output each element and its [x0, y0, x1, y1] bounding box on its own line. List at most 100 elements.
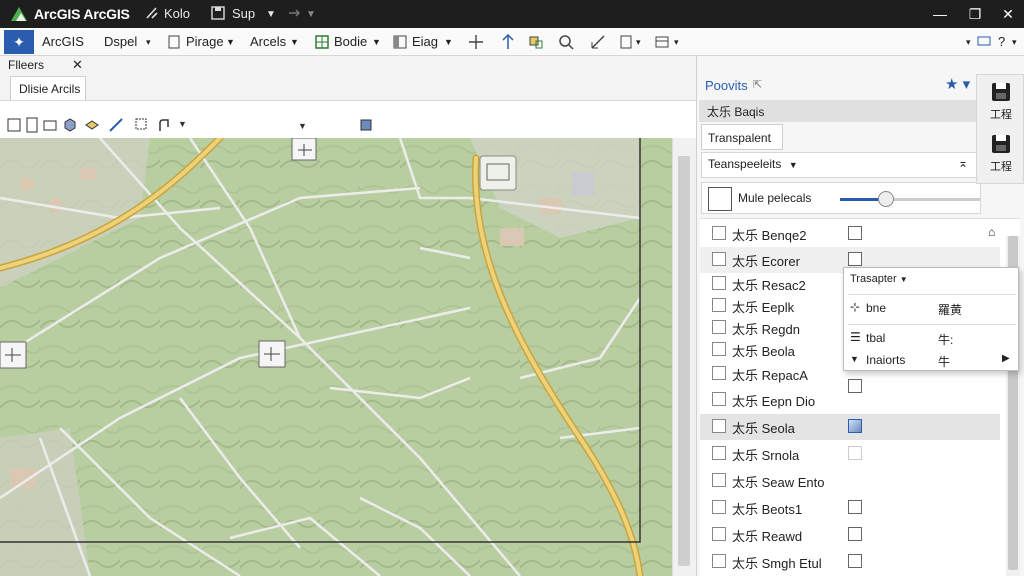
- chevron-down-icon[interactable]: ▼: [306, 9, 316, 20]
- table-icon[interactable]: [654, 34, 670, 50]
- select-rect-icon[interactable]: [134, 117, 150, 133]
- titlebar-item-kolo[interactable]: Kolo: [164, 6, 190, 21]
- map-marker-icon[interactable]: [258, 340, 286, 368]
- select-icon[interactable]: [528, 34, 544, 50]
- layer-checkbox[interactable]: [712, 500, 726, 514]
- search-icon[interactable]: [558, 34, 574, 50]
- visibility-checkbox[interactable]: [848, 226, 862, 240]
- redo-icon[interactable]: [286, 5, 302, 21]
- list-item[interactable]: 太乐 Seaw Ento: [700, 468, 1000, 494]
- scrollbar-thumb[interactable]: [678, 156, 690, 566]
- visibility-checkbox[interactable]: [848, 527, 862, 541]
- pin-icon[interactable]: ⇱: [753, 78, 762, 91]
- maximize-button[interactable]: ❐: [965, 4, 985, 24]
- chevron-down-icon[interactable]: ▼: [266, 9, 276, 20]
- ribbon-tab-arcgis[interactable]: ArcGIS: [42, 34, 84, 49]
- layout-icon[interactable]: [392, 34, 408, 50]
- collapse-icon[interactable]: ⌅: [958, 156, 968, 170]
- explore-icon[interactable]: [6, 117, 22, 133]
- layer-checkbox[interactable]: [712, 366, 726, 380]
- map-marker-icon[interactable]: [0, 341, 27, 369]
- layer-checkbox[interactable]: [712, 342, 726, 356]
- layers-icon[interactable]: [84, 117, 100, 133]
- chevron-down-icon[interactable]: ▾: [1012, 37, 1017, 48]
- transparency-dropdown[interactable]: Teanspeeleits ▼ ⌅: [701, 152, 977, 178]
- chevron-down-icon[interactable]: ▼: [298, 121, 307, 131]
- project-button[interactable]: 工程: [981, 81, 1021, 129]
- layer-checkbox[interactable]: [712, 446, 726, 460]
- pan-icon[interactable]: [468, 34, 484, 50]
- layer-checkbox[interactable]: [712, 252, 726, 266]
- bookmark-icon[interactable]: [618, 34, 634, 50]
- color-swatch[interactable]: [708, 187, 732, 211]
- layer-checkbox[interactable]: [712, 527, 726, 541]
- menu-item[interactable]: ☰ tbal 牛:: [850, 328, 1014, 350]
- close-icon[interactable]: ✕: [72, 57, 83, 73]
- chevron-down-icon[interactable]: ▼: [226, 37, 235, 47]
- hand-icon[interactable]: [156, 117, 172, 133]
- ribbon-tab-eiag[interactable]: Eiag: [412, 34, 438, 49]
- slider-handle[interactable]: [878, 191, 894, 207]
- ribbon-tab-arcels[interactable]: Arcels: [250, 34, 286, 49]
- draw-icon[interactable]: [108, 117, 124, 133]
- list-item[interactable]: 太乐 Beots1: [700, 495, 1000, 521]
- measure-icon[interactable]: [590, 34, 606, 50]
- layer-checkbox[interactable]: [712, 298, 726, 312]
- list-item[interactable]: 太乐 Eepn Dio: [700, 387, 1000, 413]
- menu-item[interactable]: ⊹ bne 羅黄: [850, 298, 1014, 320]
- building-marker-icon[interactable]: [479, 155, 517, 191]
- map-view[interactable]: [0, 138, 672, 576]
- home-icon[interactable]: ✦: [4, 30, 34, 54]
- cube-icon[interactable]: [62, 117, 78, 133]
- close-button[interactable]: ✕: [998, 4, 1018, 24]
- ribbon-tab-bodie[interactable]: Bodie: [334, 34, 367, 49]
- chevron-down-icon[interactable]: ▾: [966, 37, 971, 48]
- list-item[interactable]: 太乐 Benqe2: [700, 221, 1000, 247]
- grid-icon[interactable]: [314, 34, 330, 50]
- chevron-down-icon[interactable]: ▼: [444, 37, 453, 47]
- minimize-button[interactable]: —: [930, 4, 950, 24]
- visibility-checkbox[interactable]: [848, 500, 862, 514]
- pin-icon[interactable]: [358, 117, 374, 133]
- rectangle-icon[interactable]: [42, 117, 58, 133]
- layer-checkbox[interactable]: [712, 226, 726, 240]
- tools-icon[interactable]: [144, 5, 160, 21]
- tab-transparent[interactable]: Transpalent: [701, 124, 783, 150]
- pane-options-icon[interactable]: ★ ▾: [945, 75, 970, 93]
- menu-item-submenu[interactable]: ▼ Inaiorts 牛 ▶: [850, 350, 1014, 372]
- page-icon[interactable]: [166, 34, 182, 50]
- ribbon-tab-pirage[interactable]: Pirage: [186, 34, 224, 49]
- chevron-down-icon[interactable]: ▼: [290, 37, 299, 47]
- context-menu-header[interactable]: Trasapter ▼: [850, 273, 908, 285]
- layer-checkbox[interactable]: [712, 392, 726, 406]
- visibility-checkbox-checked[interactable]: [848, 419, 862, 433]
- titlebar-item-sup[interactable]: Sup: [232, 6, 255, 21]
- list-item[interactable]: 太乐 Reawd: [700, 522, 1000, 548]
- ribbon-tab-dspel[interactable]: Dspel: [104, 34, 137, 49]
- layer-checkbox[interactable]: [712, 320, 726, 334]
- lock-icon[interactable]: ⌂: [988, 225, 995, 239]
- chevron-down-icon[interactable]: ▾: [636, 37, 641, 48]
- list-item-selected[interactable]: 太乐 Seola: [700, 414, 1000, 440]
- comment-icon[interactable]: [976, 34, 992, 50]
- help-icon[interactable]: ?: [998, 34, 1005, 49]
- layer-checkbox[interactable]: [712, 554, 726, 568]
- chevron-down-icon[interactable]: ▼: [372, 37, 381, 47]
- layer-checkbox[interactable]: [712, 419, 726, 433]
- chevron-down-icon[interactable]: ▼: [178, 119, 187, 129]
- save-icon[interactable]: [210, 5, 226, 21]
- project-button-2[interactable]: 工程: [981, 133, 1021, 181]
- list-item[interactable]: 太乐 Smgh Etul: [700, 549, 1000, 575]
- layer-checkbox[interactable]: [712, 276, 726, 290]
- layer-checkbox[interactable]: [712, 473, 726, 487]
- visibility-checkbox[interactable]: [848, 252, 862, 266]
- tab-map[interactable]: Dlisie Arcils: [10, 76, 86, 100]
- map-scrollbar[interactable]: [672, 138, 696, 576]
- visibility-checkbox[interactable]: [848, 446, 862, 460]
- navigate-icon[interactable]: [500, 34, 516, 50]
- visibility-checkbox[interactable]: [848, 554, 862, 568]
- chevron-down-icon[interactable]: ▾: [674, 37, 679, 48]
- map-canvas[interactable]: [0, 138, 672, 576]
- chevron-down-icon[interactable]: ▾: [146, 37, 151, 48]
- list-item[interactable]: 太乐 Srnola: [700, 441, 1000, 467]
